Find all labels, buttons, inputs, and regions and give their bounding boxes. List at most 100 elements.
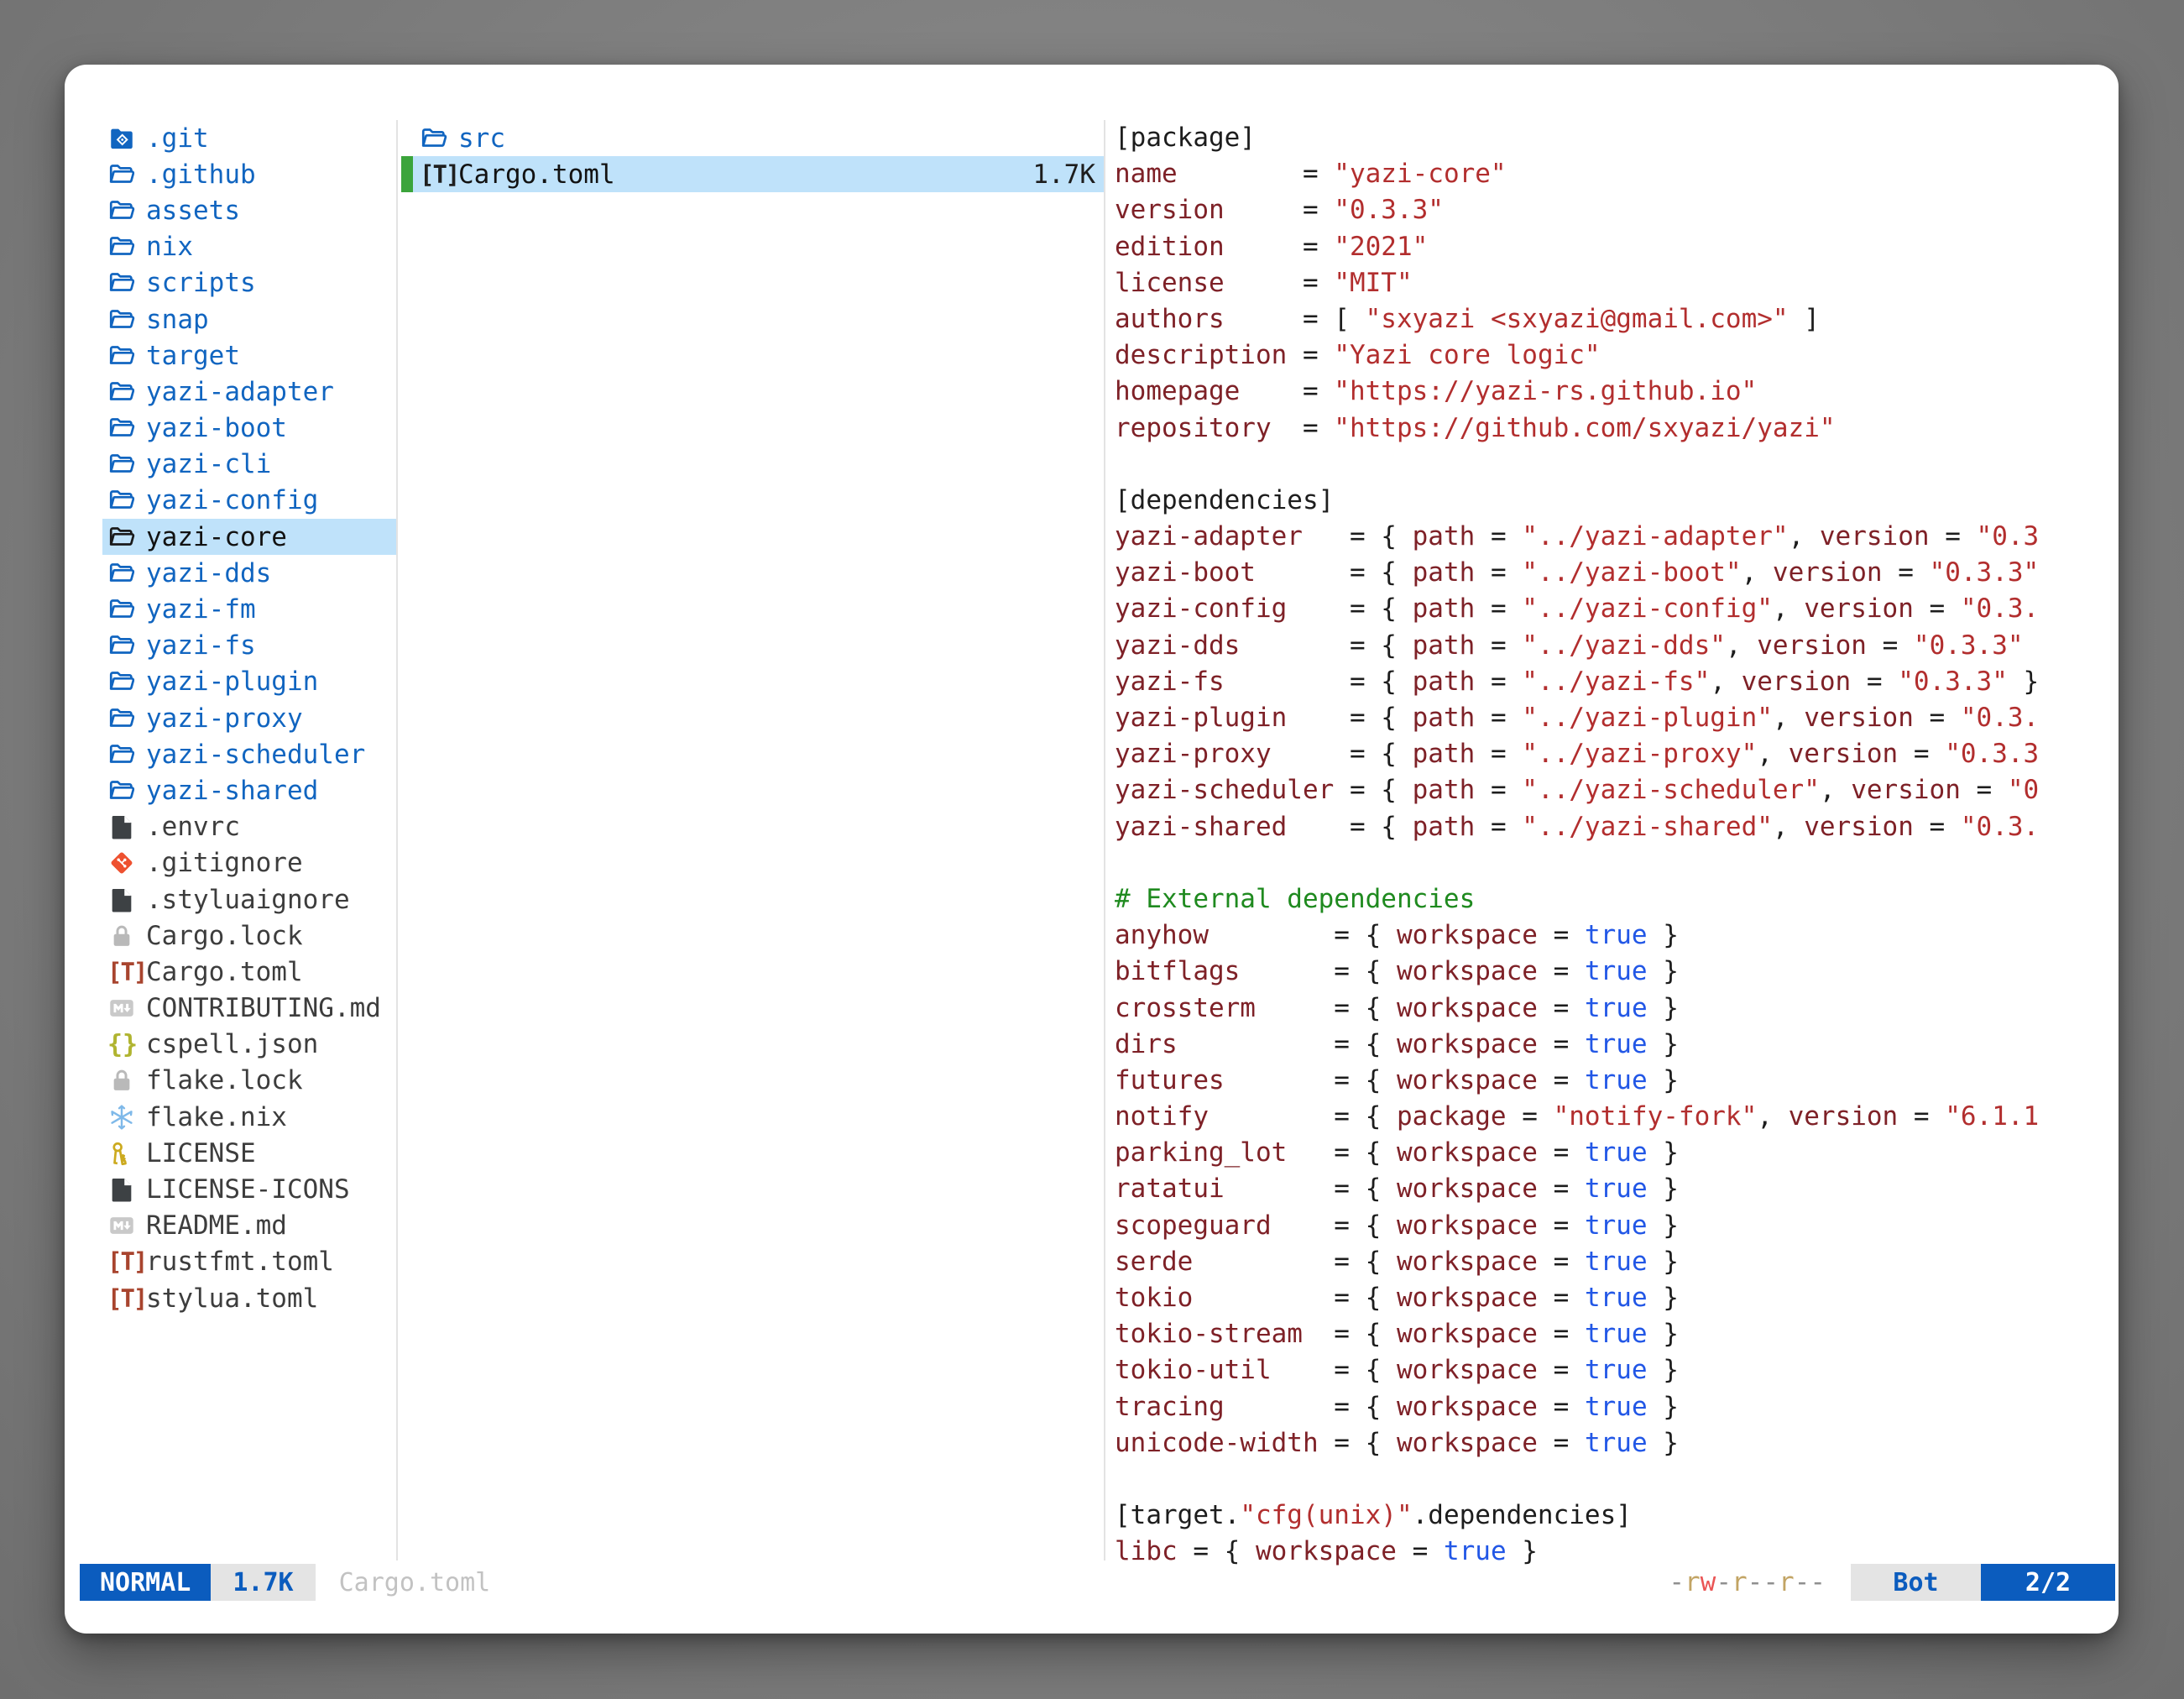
code-punctuation: } (1648, 1210, 1679, 1241)
toml-icon: [T] (107, 1284, 146, 1313)
toml-boolean: true (1585, 1392, 1648, 1422)
item-label: CONTRIBUTING.md (146, 993, 381, 1023)
file-row[interactable]: [T]stylua.toml (102, 1280, 396, 1316)
file-row[interactable]: {}cspell.json (102, 1027, 396, 1063)
toml-key: workspace (1397, 1065, 1538, 1095)
folder-row[interactable]: nix (102, 229, 396, 265)
file-row[interactable]: [T]Cargo.toml (102, 954, 396, 990)
item-label: yazi-proxy (146, 703, 303, 734)
item-label: flake.lock (146, 1065, 303, 1095)
parent-directory-pane: .git.githubassetsnixscriptssnap target yaz… (102, 120, 396, 1316)
toml-key: tokio (1115, 1283, 1193, 1313)
folder-icon (107, 342, 146, 370)
code-punctuation: = (1225, 195, 1335, 225)
code-line: tokio-stream = { workspace = true } (1115, 1316, 2115, 1352)
folder-row[interactable]: scripts (102, 265, 396, 301)
toml-string: "../yazi-config" (1522, 593, 1773, 624)
item-label: yazi-core (146, 522, 287, 552)
toml-string: "0.3.3" (1914, 630, 2024, 661)
folder-row[interactable]: yazi-proxy (102, 700, 396, 736)
file-size: 1.7K (1032, 159, 1095, 190)
folder-icon (107, 776, 146, 805)
code-line (1115, 845, 2115, 881)
folder-row[interactable]: yazi-fs (102, 628, 396, 664)
item-label: yazi-plugin (146, 667, 318, 697)
file-row[interactable]: CONTRIBUTING.md (102, 991, 396, 1027)
folder-row[interactable]: yazi-shared (102, 772, 396, 808)
toml-string: "notify-fork" (1554, 1101, 1758, 1132)
folder-row[interactable]: yazi-plugin (102, 664, 396, 700)
permission-char: -- (1748, 1567, 1779, 1597)
toml-key: futures (1115, 1065, 1225, 1095)
item-label: target (146, 341, 240, 371)
folder-icon (107, 306, 146, 334)
file-row[interactable]: README.md (102, 1208, 396, 1244)
folder-row[interactable]: yazi-scheduler (102, 736, 396, 772)
toml-icon: [T] (107, 1247, 146, 1276)
folder-row[interactable]: snap (102, 301, 396, 337)
file-row[interactable]: Cargo.lock (102, 917, 396, 954)
toml-string: "yazi-core" (1334, 159, 1506, 189)
code-punctuation: = { (1287, 812, 1412, 842)
code-line: parking_lot = { workspace = true } (1115, 1135, 2115, 1171)
folder-row[interactable]: .github (102, 156, 396, 192)
file-row[interactable]: flake.lock (102, 1063, 396, 1099)
file-row[interactable]: .styluaignore (102, 881, 396, 917)
toml-key: serde (1115, 1247, 1193, 1277)
toml-key: workspace (1397, 1355, 1538, 1385)
folder-row[interactable]: yazi-cli (102, 447, 396, 483)
folder-icon (107, 631, 146, 660)
folder-icon (107, 450, 146, 478)
item-label: src (458, 123, 505, 154)
folder-row[interactable]: yazi-fm (102, 591, 396, 627)
file-row[interactable]: LICENSE (102, 1135, 396, 1171)
toml-boolean: true (1585, 1355, 1648, 1385)
toml-key: yazi-adapter (1115, 521, 1303, 552)
folder-row[interactable]: assets (102, 192, 396, 228)
code-line: [package] (1115, 120, 2115, 156)
code-punctuation: = (1538, 1319, 1585, 1349)
folder-row[interactable]: yazi-config (102, 483, 396, 519)
file-icon (107, 813, 146, 841)
file-row[interactable]: [T]Cargo.toml1.7K (401, 156, 1104, 192)
folder-icon (107, 595, 146, 624)
code-line: [dependencies] (1115, 483, 2115, 519)
item-label: yazi-adapter (146, 377, 334, 407)
code-line: repository = "https://github.com/sxyazi/… (1115, 410, 2115, 447)
folder-row[interactable]: yazi-core (102, 519, 396, 555)
cursor-counter-badge: 2/2 (1981, 1564, 2115, 1601)
code-line: yazi-boot = { path = "../yazi-boot", ver… (1115, 555, 2115, 591)
file-row[interactable]: .gitignore (102, 845, 396, 881)
file-row[interactable]: [T]rustfmt.toml (102, 1244, 396, 1280)
toml-string: "../yazi-shared" (1522, 812, 1773, 842)
toml-icon: [T] (107, 958, 146, 986)
code-punctuation: } (1648, 1029, 1679, 1059)
folder-icon (107, 559, 146, 588)
status-spacer (490, 1564, 1669, 1601)
code-punctuation: = { (1209, 1101, 1397, 1132)
file-row[interactable]: LICENSE-ICONS (102, 1171, 396, 1207)
folder-row[interactable]: yazi-boot (102, 410, 396, 447)
item-label: .envrc (146, 812, 240, 842)
item-label: flake.nix (146, 1102, 287, 1132)
toml-string: "2021" (1334, 232, 1428, 262)
code-punctuation: } (1648, 1428, 1679, 1458)
code-line: unicode-width = { workspace = true } (1115, 1425, 2115, 1461)
file-row[interactable]: .envrc (102, 809, 396, 845)
file-row[interactable]: flake.nix (102, 1099, 396, 1135)
folder-row[interactable]: .git (102, 120, 396, 156)
code-punctuation: = { (1272, 1210, 1397, 1241)
folder-row[interactable]: yazi-adapter (102, 374, 396, 410)
permission-char: r (1779, 1567, 1795, 1597)
folder-row[interactable]: src (401, 120, 1104, 156)
code-punctuation: } (1648, 1174, 1679, 1204)
code-punctuation: = { (1272, 1355, 1397, 1385)
folder-row[interactable]: yazi-dds (102, 555, 396, 591)
toml-key: description (1115, 340, 1287, 370)
toml-string: "../yazi-plugin" (1522, 703, 1773, 733)
folder-row[interactable]: target (102, 337, 396, 374)
code-line: serde = { workspace = true } (1115, 1244, 2115, 1280)
code-line: yazi-plugin = { path = "../yazi-plugin",… (1115, 700, 2115, 736)
toml-key: tokio-util (1115, 1355, 1272, 1385)
toml-string: "../yazi-scheduler" (1522, 775, 1820, 805)
